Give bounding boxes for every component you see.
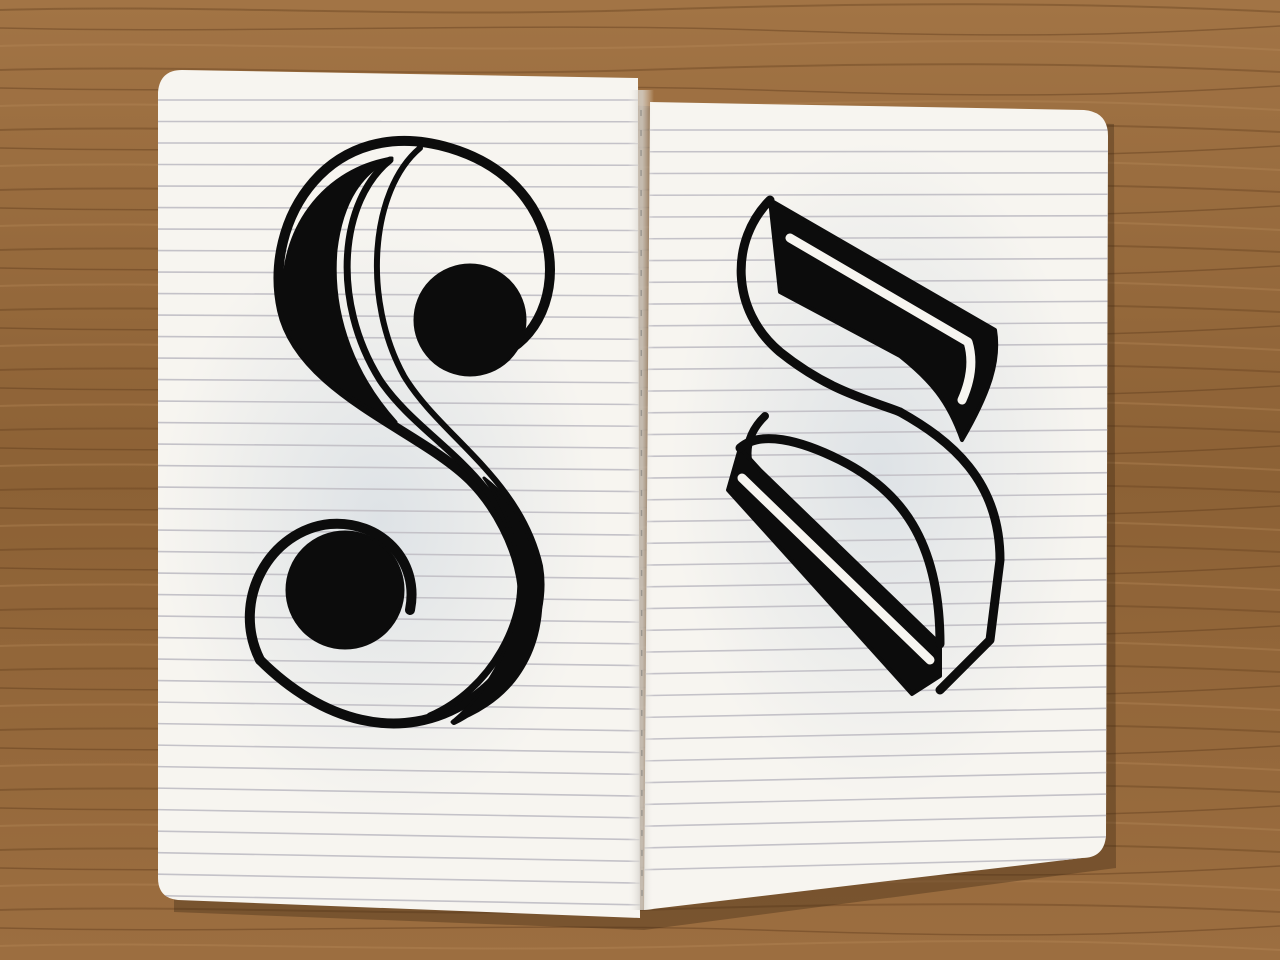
left-page bbox=[158, 70, 640, 918]
rule-line bbox=[158, 163, 640, 167]
right-page bbox=[644, 102, 1108, 910]
rule-line bbox=[158, 185, 640, 188]
rule-line bbox=[644, 193, 1108, 197]
rule-line bbox=[644, 172, 1108, 175]
photo-scene bbox=[0, 0, 1280, 960]
